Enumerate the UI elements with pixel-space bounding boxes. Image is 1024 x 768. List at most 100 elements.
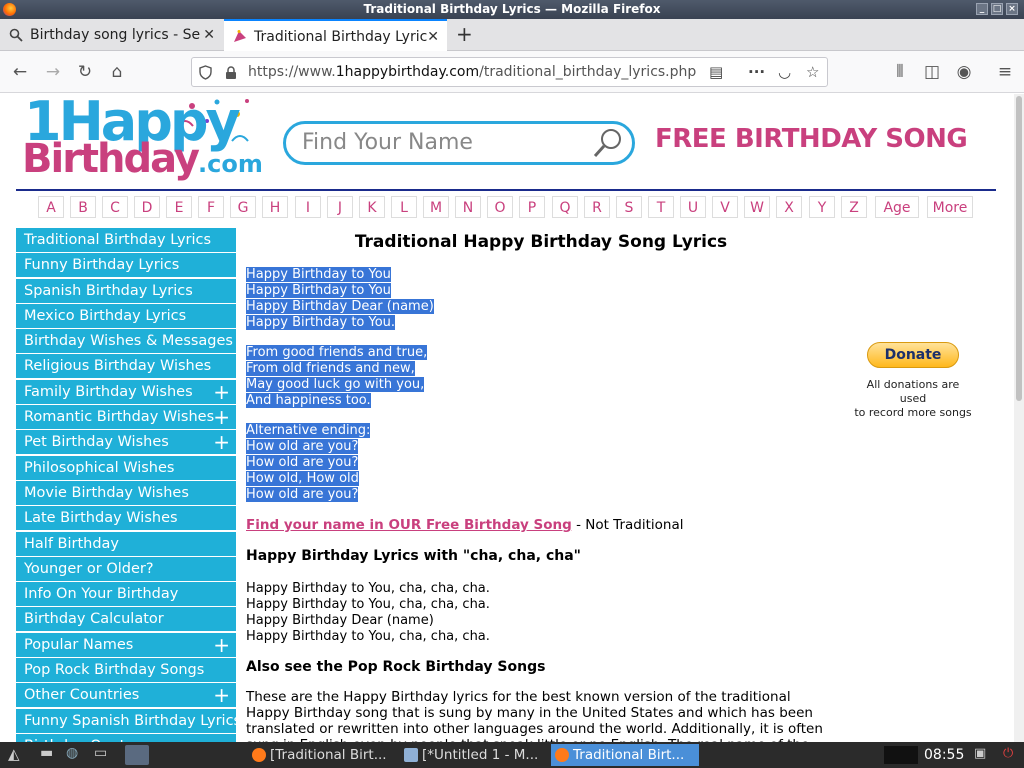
letter-link-b[interactable]: B (70, 196, 96, 218)
letter-link-m[interactable]: M (423, 196, 449, 218)
lock-icon[interactable] (225, 66, 237, 80)
letter-link-y[interactable]: Y (809, 196, 835, 218)
sidebar-item-movie-birthday-wishes[interactable]: Movie Birthday Wishes (16, 480, 236, 505)
letter-link-t[interactable]: T (648, 196, 674, 218)
taskbar-item-writer[interactable]: [*Untitled 1 - M... (400, 744, 548, 766)
url-bar[interactable]: https://www.1happybirthday.com/tradition… (191, 57, 828, 87)
name-search-box[interactable]: Find Your Name (283, 121, 635, 165)
tab-traditional-lyrics[interactable]: Traditional Birthday Lyric ✕ (224, 19, 447, 52)
find-name-link[interactable]: Find your name in OUR Free Birthday Song (246, 517, 572, 533)
sidebar-item-other-countries[interactable]: Other Countries + (16, 683, 236, 708)
letter-link-p[interactable]: P (519, 196, 545, 218)
donate-button[interactable]: Donate (867, 342, 959, 368)
taskbar-item-active[interactable]: Traditional Birt... (551, 744, 699, 766)
sidebar-item-late-birthday-wishes[interactable]: Late Birthday Wishes (16, 506, 236, 531)
sidebar-item-birthday-calculator[interactable]: Birthday Calculator (16, 607, 236, 632)
new-tab-plus-icon[interactable]: + (456, 19, 476, 51)
sidebar-item-pet-birthday-wishes[interactable]: Pet Birthday Wishes + (16, 430, 236, 455)
magnifier-icon[interactable] (592, 127, 624, 159)
library-icon[interactable]: ⫴ (889, 61, 911, 83)
sidebar-item-religious-birthday-wishes[interactable]: Religious Birthday Wishes (16, 354, 236, 379)
sidebar-icon[interactable]: ◫ (921, 61, 943, 83)
letter-link-age[interactable]: Age (875, 196, 919, 218)
tab-close-icon[interactable]: ✕ (203, 19, 215, 51)
sidebar-item-info-on-your-birthday[interactable]: Info On Your Birthday (16, 582, 236, 607)
letter-link-e[interactable]: E (166, 196, 192, 218)
letter-link-c[interactable]: C (102, 196, 128, 218)
sidebar-item-birthday-wishes-messages[interactable]: Birthday Wishes & Messages (16, 329, 236, 354)
sidebar-item-family-birthday-wishes[interactable]: Family Birthday Wishes + (16, 379, 236, 404)
search-input[interactable]: Find Your Name (302, 124, 473, 162)
letter-link-k[interactable]: K (359, 196, 385, 218)
letter-link-j[interactable]: J (327, 196, 353, 218)
sidebar-item-mexico-birthday-lyrics[interactable]: Mexico Birthday Lyrics (16, 303, 236, 328)
letter-link-l[interactable]: L (391, 196, 417, 218)
url-text[interactable]: https://www.1happybirthday.com/tradition… (248, 58, 696, 86)
network-icon[interactable]: ◍ (66, 745, 78, 761)
letter-link-h[interactable]: H (262, 196, 288, 218)
sidebar-item-philosophical-wishes[interactable]: Philosophical Wishes (16, 455, 236, 480)
letter-link-v[interactable]: V (712, 196, 738, 218)
sidebar-item-birthday-quotes[interactable]: Birthday Quotes (16, 733, 236, 742)
letter-link-a[interactable]: A (38, 196, 64, 218)
sidebar-item-funny-spanish-birthday-lyrics[interactable]: Funny Spanish Birthday Lyrics (16, 708, 236, 733)
letter-link-i[interactable]: I (295, 196, 321, 218)
tab-search[interactable]: Birthday song lyrics - Se ✕ (0, 19, 223, 51)
bookmark-star-icon[interactable]: ☆ (806, 63, 819, 81)
close-window-icon[interactable]: × (1006, 3, 1018, 15)
expand-plus-icon[interactable]: + (213, 683, 230, 707)
power-icon[interactable]: ⏻ (1003, 746, 1013, 761)
forward-arrow-icon[interactable]: → (42, 61, 64, 83)
letter-link-g[interactable]: G (230, 196, 256, 218)
lyric-line: Happy Birthday Dear (name) (246, 613, 846, 629)
letter-link-s[interactable]: S (616, 196, 642, 218)
sidebar-item-pop-rock-birthday-songs[interactable]: Pop Rock Birthday Songs (16, 658, 236, 683)
expand-plus-icon[interactable]: + (213, 633, 230, 657)
shield-icon[interactable] (199, 65, 212, 80)
sidebar-item-younger-or-older[interactable]: Younger or Older? (16, 556, 236, 581)
maximize-icon[interactable]: □ (991, 3, 1003, 15)
menu-hamburger-icon[interactable]: ≡ (994, 61, 1016, 83)
site-logo[interactable]: 1Happy Birthday.com (22, 94, 263, 191)
expand-plus-icon[interactable]: + (213, 405, 230, 429)
sidebar-item-traditional-birthday-lyrics[interactable]: Traditional Birthday Lyrics (16, 228, 236, 252)
clock: 08:55 (924, 747, 965, 763)
account-icon[interactable]: ◉ (953, 61, 975, 83)
letter-link-d[interactable]: D (134, 196, 160, 218)
reload-icon[interactable]: ↻ (74, 61, 96, 83)
free-birthday-song-link[interactable]: FREE BIRTHDAY SONG (655, 124, 968, 154)
sidebar-item-spanish-birthday-lyrics[interactable]: Spanish Birthday Lyrics (16, 278, 236, 303)
sidebar-item-half-birthday[interactable]: Half Birthday (16, 531, 236, 556)
letter-link-f[interactable]: F (198, 196, 224, 218)
letter-link-n[interactable]: N (455, 196, 481, 218)
pocket-icon[interactable]: ◡ (778, 63, 791, 81)
scrollbar-thumb[interactable] (1016, 96, 1022, 401)
tray-app-icon[interactable]: ▣ (974, 746, 986, 761)
letter-link-r[interactable]: R (584, 196, 610, 218)
page-actions-icon[interactable]: ··· (748, 63, 765, 81)
tab-close-icon[interactable]: ✕ (427, 21, 439, 52)
expand-plus-icon[interactable]: + (213, 430, 230, 454)
page-scrollbar[interactable] (1014, 94, 1024, 742)
taskbar-item-firefox[interactable]: [Traditional Birt... (248, 744, 398, 766)
sidebar-item-romantic-birthday-wishes[interactable]: Romantic Birthday Wishes + (16, 405, 236, 430)
minimize-icon[interactable]: _ (976, 3, 988, 15)
start-menu-icon[interactable]: ◭ (8, 745, 20, 763)
file-manager-icon[interactable]: ▭ (94, 745, 107, 761)
letter-link-z[interactable]: Z (841, 196, 867, 218)
reader-view-icon[interactable]: ▤ (709, 63, 723, 81)
lyric-text: And happiness too. (246, 393, 371, 408)
home-icon[interactable]: ⌂ (106, 61, 128, 83)
back-arrow-icon[interactable]: ← (9, 61, 31, 83)
sidebar-item-funny-birthday-lyrics[interactable]: Funny Birthday Lyrics (16, 253, 236, 278)
show-desktop-icon[interactable]: ▬ (40, 745, 53, 761)
sidebar-item-popular-names[interactable]: Popular Names + (16, 632, 236, 657)
letter-link-w[interactable]: W (744, 196, 770, 218)
letter-link-more[interactable]: More (927, 196, 973, 218)
letter-link-x[interactable]: X (776, 196, 802, 218)
expand-plus-icon[interactable]: + (213, 380, 230, 404)
letter-link-u[interactable]: U (680, 196, 706, 218)
firefox-launcher-icon[interactable] (125, 745, 149, 765)
letter-link-o[interactable]: O (487, 196, 513, 218)
letter-link-q[interactable]: Q (552, 196, 578, 218)
